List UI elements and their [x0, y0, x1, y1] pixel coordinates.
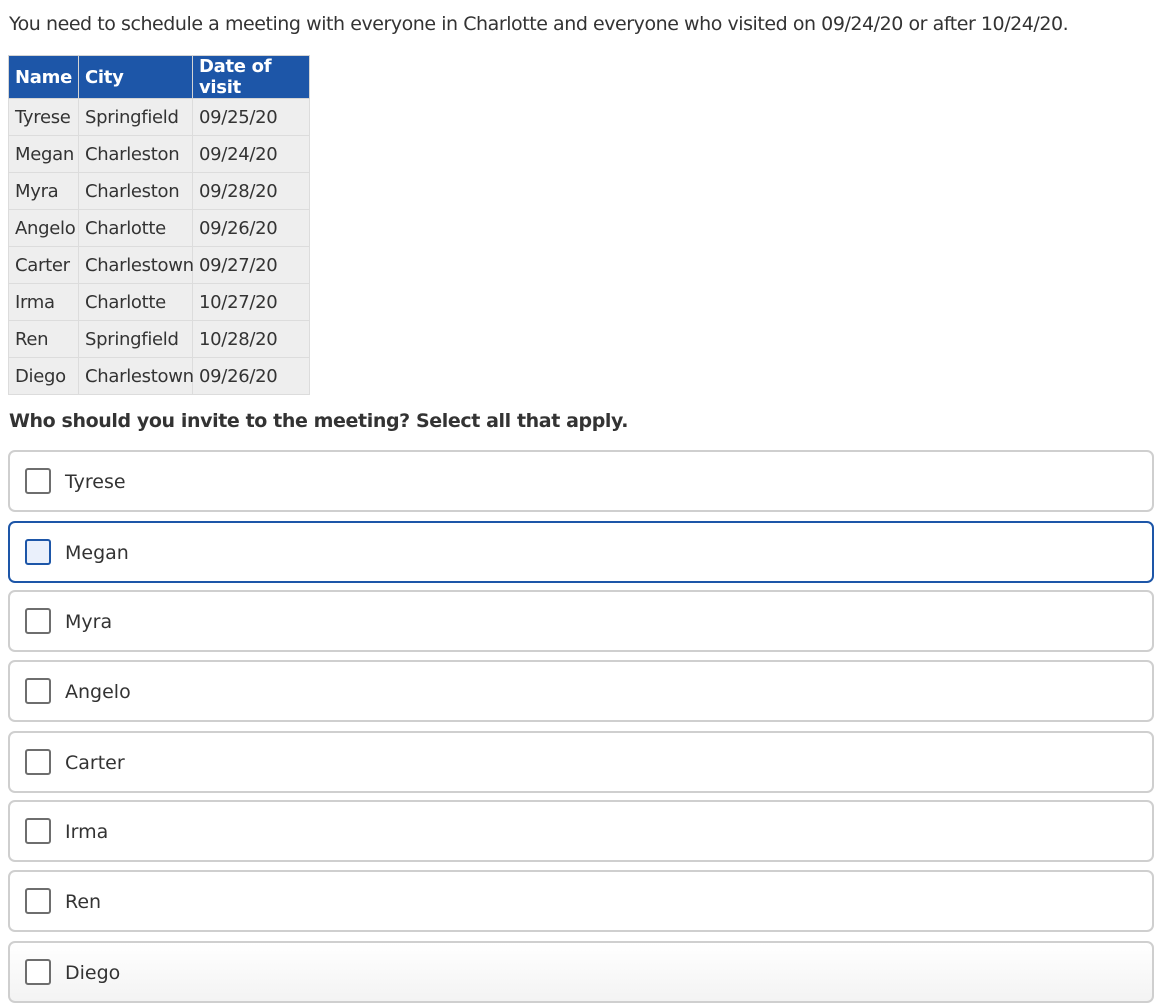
- option-label: Angelo: [65, 681, 131, 703]
- option-label: Carter: [65, 752, 125, 774]
- cell-name: Tyrese: [8, 98, 79, 136]
- column-header-city: City: [78, 55, 193, 99]
- column-header-name: Name: [8, 55, 79, 99]
- cell-city: Charlotte: [78, 209, 193, 247]
- cell-city: Charleston: [78, 135, 193, 173]
- cell-date: 09/25/20: [192, 98, 310, 136]
- cell-date: 09/26/20: [192, 209, 310, 247]
- option-angelo[interactable]: Angelo: [8, 660, 1154, 722]
- table-row: Diego Charlestown 09/26/20: [8, 357, 310, 395]
- cell-city: Springfield: [78, 98, 193, 136]
- option-diego[interactable]: Diego: [8, 941, 1154, 1003]
- instructions-text: You need to schedule a meeting with ever…: [9, 13, 1069, 35]
- cell-date: 09/28/20: [192, 172, 310, 210]
- option-myra[interactable]: Myra: [8, 590, 1154, 652]
- cell-date: 10/27/20: [192, 283, 310, 321]
- checkbox[interactable]: [25, 468, 51, 494]
- question-text: Who should you invite to the meeting? Se…: [9, 410, 629, 432]
- checkbox[interactable]: [25, 959, 51, 985]
- table-row: Carter Charlestown 09/27/20: [8, 246, 310, 284]
- table-row: Irma Charlotte 10/27/20: [8, 283, 310, 321]
- cell-city: Charlestown: [78, 357, 194, 395]
- cell-date: 09/27/20: [192, 246, 310, 284]
- option-megan[interactable]: Megan: [8, 521, 1154, 583]
- table-row: Ren Springfield 10/28/20: [8, 320, 310, 358]
- cell-name: Irma: [8, 283, 79, 321]
- cell-name: Diego: [8, 357, 79, 395]
- cell-city: Springfield: [78, 320, 193, 358]
- table-row: Angelo Charlotte 09/26/20: [8, 209, 310, 247]
- checkbox[interactable]: [25, 678, 51, 704]
- checkbox[interactable]: [25, 539, 51, 565]
- option-label: Diego: [65, 962, 121, 984]
- cell-name: Angelo: [8, 209, 79, 247]
- option-label: Ren: [65, 891, 102, 913]
- cell-name: Ren: [8, 320, 79, 358]
- option-tyrese[interactable]: Tyrese: [8, 450, 1154, 512]
- cell-date: 10/28/20: [192, 320, 310, 358]
- cell-name: Carter: [8, 246, 79, 284]
- table-row: Megan Charleston 09/24/20: [8, 135, 310, 173]
- visits-table: Name City Date of visit Tyrese Springfie…: [8, 55, 310, 395]
- checkbox[interactable]: [25, 818, 51, 844]
- cell-city: Charleston: [78, 172, 193, 210]
- option-label: Megan: [65, 542, 129, 564]
- cell-date: 09/24/20: [192, 135, 310, 173]
- table-row: Myra Charleston 09/28/20: [8, 172, 310, 210]
- cell-city: Charlestown: [78, 246, 194, 284]
- option-ren[interactable]: Ren: [8, 870, 1154, 932]
- table-header-row: Name City Date of visit: [8, 55, 310, 99]
- option-irma[interactable]: Irma: [8, 800, 1154, 862]
- column-header-date: Date of visit: [192, 55, 310, 99]
- option-label: Tyrese: [65, 471, 126, 493]
- cell-city: Charlotte: [78, 283, 193, 321]
- option-label: Irma: [65, 821, 109, 843]
- option-carter[interactable]: Carter: [8, 731, 1154, 793]
- table-row: Tyrese Springfield 09/25/20: [8, 98, 310, 136]
- cell-date: 09/26/20: [192, 357, 310, 395]
- checkbox[interactable]: [25, 888, 51, 914]
- option-label: Myra: [65, 611, 113, 633]
- checkbox[interactable]: [25, 749, 51, 775]
- checkbox[interactable]: [25, 608, 51, 634]
- cell-name: Megan: [8, 135, 79, 173]
- cell-name: Myra: [8, 172, 79, 210]
